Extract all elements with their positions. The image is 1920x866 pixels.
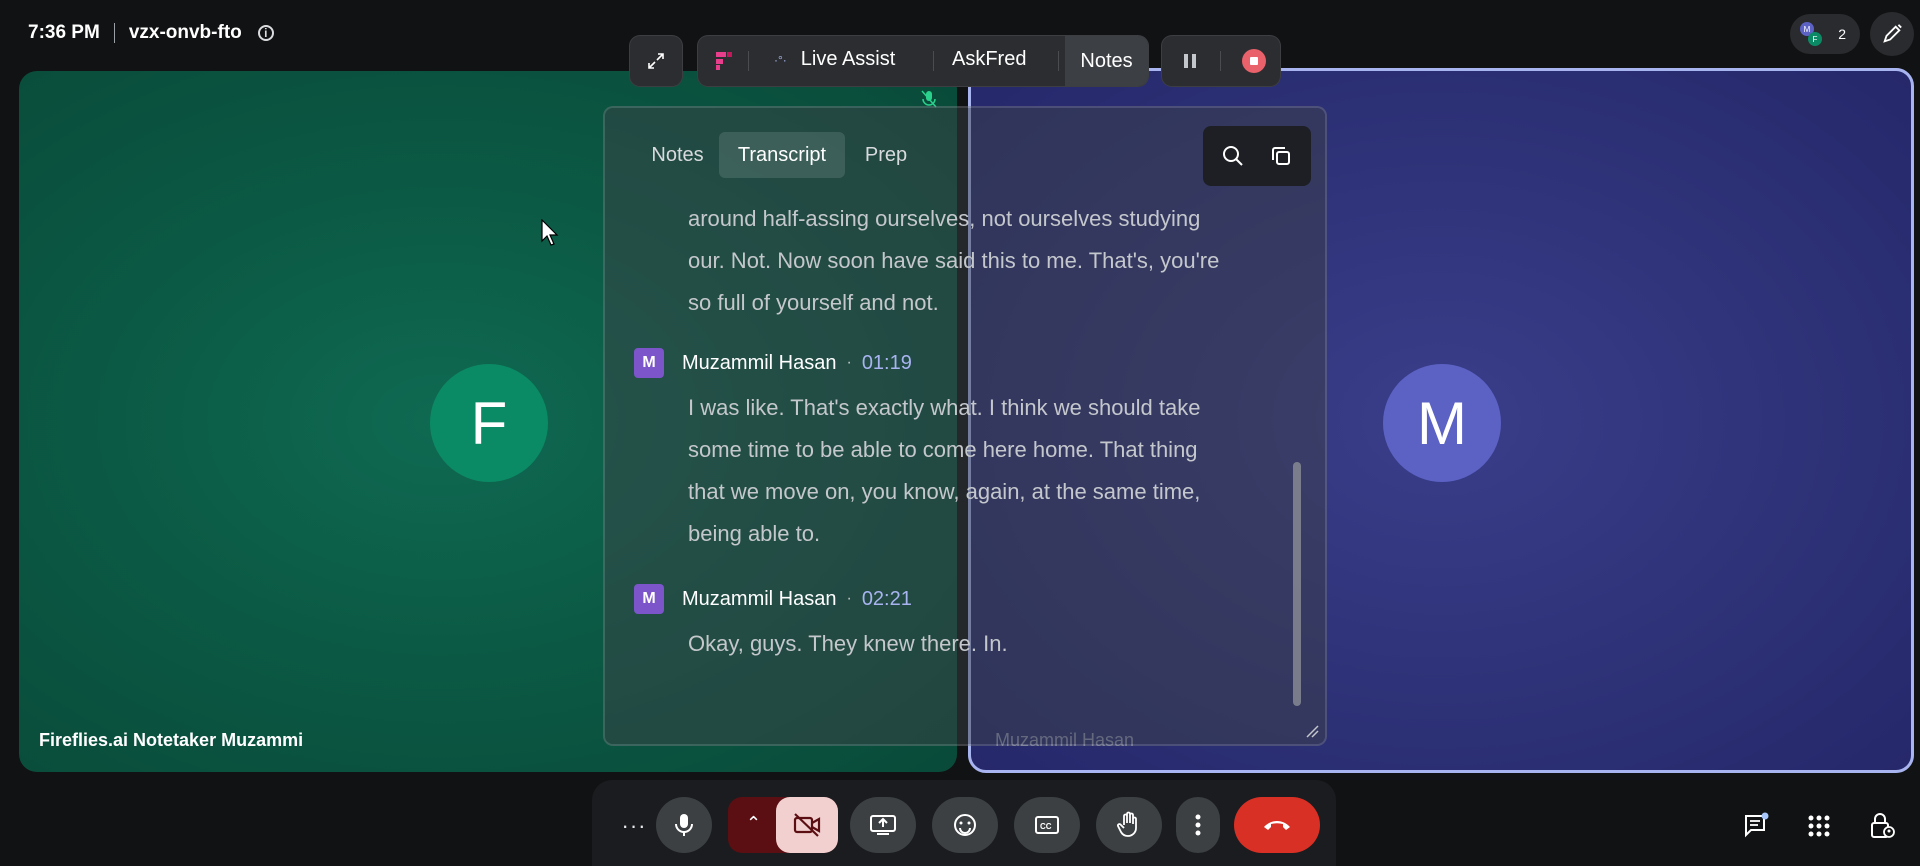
- chat-icon: [1745, 812, 1769, 838]
- mini-avatar: F: [1808, 32, 1822, 46]
- meeting-code: vzx-onvb-fto: [128, 22, 242, 43]
- present-button[interactable]: [850, 797, 916, 853]
- separator-dot: ·: [846, 590, 852, 607]
- mouse-cursor-icon: [541, 219, 559, 246]
- avatar: M: [1383, 364, 1501, 482]
- stop-recording-icon[interactable]: [1242, 49, 1266, 73]
- camera-options-chevron-icon[interactable]: ⌃: [746, 813, 761, 834]
- more-audio-options-icon[interactable]: ···: [614, 808, 654, 844]
- expand-icon: [648, 53, 664, 69]
- more-vertical-icon: [1195, 814, 1201, 836]
- host-controls-button[interactable]: [1856, 800, 1908, 852]
- activities-button[interactable]: [1793, 800, 1845, 852]
- camera-off-icon: [793, 813, 821, 837]
- divider: [748, 51, 749, 71]
- search-icon[interactable]: [1221, 144, 1245, 168]
- resize-handle-icon[interactable]: [1305, 724, 1319, 738]
- divider: [933, 51, 934, 71]
- camera-toggle-button[interactable]: [776, 797, 838, 853]
- speaker-name: Muzammil Hasan: [682, 587, 837, 610]
- recording-controls: [1162, 36, 1280, 86]
- askfred-button[interactable]: AskFred: [952, 48, 1026, 71]
- live-assist-label: Live Assist: [800, 48, 896, 70]
- notes-toggle-button[interactable]: Notes: [1065, 36, 1148, 86]
- fireflies-toolbar: ·°· Live Assist AskFred Notes: [698, 36, 1148, 86]
- pen-icon: [1883, 24, 1902, 43]
- timestamp[interactable]: 02:21: [862, 588, 912, 611]
- captions-button[interactable]: CC: [1014, 797, 1080, 853]
- present-screen-icon: [870, 815, 896, 835]
- expand-button[interactable]: [630, 36, 682, 86]
- end-call-icon: [1264, 821, 1290, 830]
- raise-hand-icon: [1117, 811, 1137, 837]
- meeting-time: 7:36 PM: [28, 22, 100, 43]
- speaker-name: Muzammil Hasan: [682, 351, 837, 374]
- avatar: F: [430, 364, 548, 482]
- divider: [1058, 51, 1059, 71]
- mic-off-icon: [921, 90, 937, 108]
- lock-person-icon: [1871, 813, 1895, 838]
- speaker-avatar: M: [634, 584, 664, 614]
- transcript-text: around half-assing ourselves, not oursel…: [688, 206, 1220, 315]
- microphone-button[interactable]: [656, 797, 712, 853]
- tab-transcript[interactable]: Transcript: [719, 132, 845, 178]
- emoji-button[interactable]: [932, 797, 998, 853]
- pause-icon[interactable]: [1180, 51, 1200, 71]
- copy-icon[interactable]: [1269, 144, 1293, 168]
- tab-prep[interactable]: Prep: [851, 132, 921, 178]
- end-call-button[interactable]: [1234, 797, 1320, 853]
- emoji-icon: [954, 814, 976, 836]
- camera-group: ⌃: [728, 797, 838, 853]
- info-icon[interactable]: i: [257, 25, 274, 41]
- tab-notes[interactable]: Notes: [635, 132, 720, 178]
- raise-hand-button[interactable]: [1096, 797, 1162, 853]
- divider: [1220, 51, 1221, 71]
- divider: [113, 23, 115, 43]
- transcript-text: Okay, guys. They knew there. In.: [688, 631, 1008, 656]
- sparkle-icon: ·°·: [774, 52, 787, 67]
- live-assist-button[interactable]: ·°· Live Assist: [774, 48, 895, 71]
- speaker-avatar: M: [634, 348, 664, 378]
- askfred-label: AskFred: [952, 48, 1027, 70]
- more-options-button[interactable]: [1176, 797, 1220, 853]
- timestamp[interactable]: 01:19: [862, 352, 912, 375]
- apps-grid-icon: [1808, 815, 1830, 837]
- notes-panel: Notes Transcript Prep around half-assing…: [605, 108, 1325, 744]
- scrollbar-thumb[interactable]: [1293, 462, 1301, 706]
- participants-button[interactable]: M F 2: [1790, 14, 1860, 54]
- fireflies-logo-icon: [716, 52, 732, 70]
- speaker-row: M Muzammil Hasan · 02:21: [634, 584, 912, 614]
- transcript-text: I was like. That's exactly what. I think…: [688, 395, 1201, 546]
- captions-icon: CC: [1035, 816, 1059, 834]
- meeting-info: 7:36 PM vzx-onvb-fto i: [28, 20, 274, 46]
- microphone-icon: [675, 814, 693, 836]
- notes-label: Notes: [1080, 49, 1133, 72]
- svg-text:CC: CC: [1040, 822, 1052, 831]
- panel-actions: [1203, 126, 1311, 186]
- participant-name: Fireflies.ai Notetaker Muzammi: [39, 730, 304, 750]
- separator-dot: ·: [846, 354, 852, 371]
- speaker-row: M Muzammil Hasan · 01:19: [634, 348, 912, 378]
- annotate-button[interactable]: [1870, 12, 1914, 56]
- chat-button[interactable]: [1730, 800, 1782, 852]
- participant-count: 2: [1838, 26, 1846, 42]
